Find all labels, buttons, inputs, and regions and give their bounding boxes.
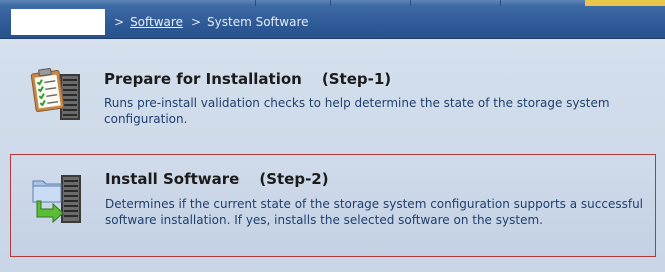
option-description: Determines if the current state of the s… bbox=[105, 197, 644, 227]
option-description: Runs pre-install validation checks to he… bbox=[104, 96, 610, 126]
breadcrumb-current: System Software bbox=[207, 15, 309, 29]
option-title[interactable]: Install Software (Step-2) bbox=[105, 170, 329, 188]
logo-area bbox=[11, 9, 105, 35]
option-prepare-installation[interactable]: Prepare for Installation (Step-1) Runs pr… bbox=[10, 54, 656, 138]
option-step-label: (Step-1) bbox=[321, 70, 392, 88]
option-step-label: (Step-2) bbox=[259, 170, 329, 188]
breadcrumb-bar: > Software > System Software bbox=[0, 6, 665, 39]
option-title-text: Prepare for Installation bbox=[104, 70, 302, 88]
breadcrumb-separator: > bbox=[190, 15, 202, 29]
breadcrumb-separator: > bbox=[114, 15, 125, 29]
breadcrumb-link-software[interactable]: Software bbox=[130, 15, 183, 29]
option-title-text: Install Software bbox=[105, 170, 240, 188]
breadcrumb: > Software > System Software bbox=[110, 15, 309, 29]
option-title[interactable]: Prepare for Installation (Step-1) bbox=[104, 70, 391, 88]
option-install-software[interactable]: Install Software (Step-2) Determines if t… bbox=[10, 154, 656, 257]
install-to-server-icon bbox=[31, 169, 85, 227]
clipboard-checklist-icon bbox=[30, 66, 84, 124]
